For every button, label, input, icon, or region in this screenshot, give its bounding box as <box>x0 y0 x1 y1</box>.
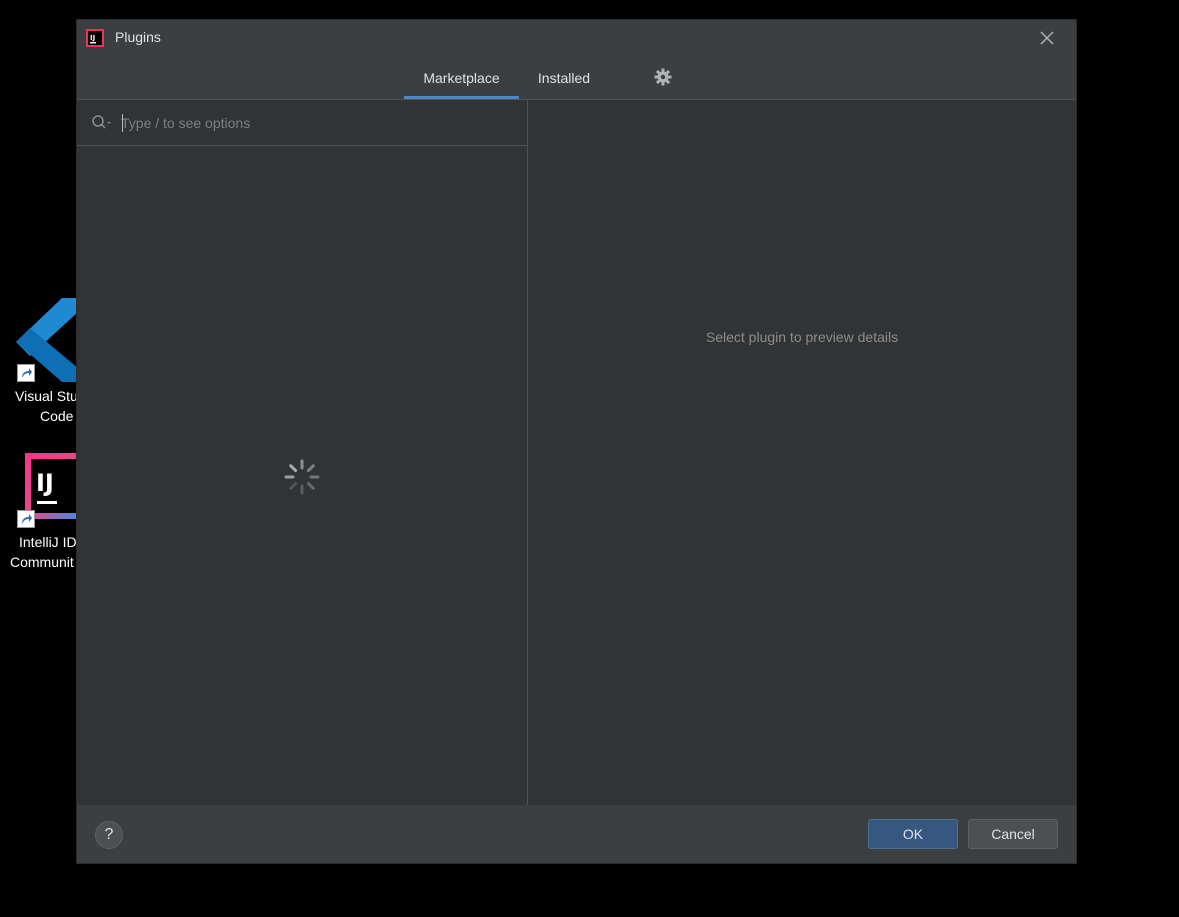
help-button[interactable]: ? <box>95 821 123 849</box>
ok-button[interactable]: OK <box>868 819 958 849</box>
search-icon[interactable] <box>91 114 113 132</box>
shortcut-arrow-icon <box>17 510 35 528</box>
plugins-dialog: IJ Plugins Marketplace Installed Type / … <box>77 20 1076 863</box>
dialog-footer: ? OK Cancel <box>77 805 1076 863</box>
desktop-icon-label: Communit <box>10 554 74 570</box>
gear-icon[interactable] <box>654 68 672 86</box>
tab-installed[interactable]: Installed <box>527 60 601 99</box>
cancel-button[interactable]: Cancel <box>968 819 1058 849</box>
tab-marketplace[interactable]: Marketplace <box>404 60 519 99</box>
plugins-app-icon: IJ <box>86 29 104 47</box>
search-input[interactable] <box>121 110 511 136</box>
help-icon: ? <box>104 826 114 843</box>
close-icon[interactable] <box>1038 29 1056 47</box>
plugin-details-pane: Select plugin to preview details <box>528 100 1076 805</box>
text-caret <box>122 114 123 132</box>
dialog-titlebar[interactable]: IJ Plugins <box>77 20 1076 56</box>
plugin-list-pane <box>77 100 527 805</box>
dialog-title: Plugins <box>115 29 161 45</box>
plugin-tabs: Marketplace Installed <box>77 60 1076 100</box>
svg-text:IJ: IJ <box>36 469 54 497</box>
preview-empty-text: Select plugin to preview details <box>705 329 899 345</box>
desktop-icon-label: Code <box>40 408 74 424</box>
desktop-icon-label: Visual Stu <box>15 388 78 404</box>
svg-text:IJ: IJ <box>90 34 95 42</box>
desktop-icon-label: IntelliJ ID <box>19 534 77 550</box>
shortcut-arrow-icon <box>17 364 35 382</box>
loading-spinner-icon <box>284 459 320 495</box>
search-bar <box>77 100 527 146</box>
